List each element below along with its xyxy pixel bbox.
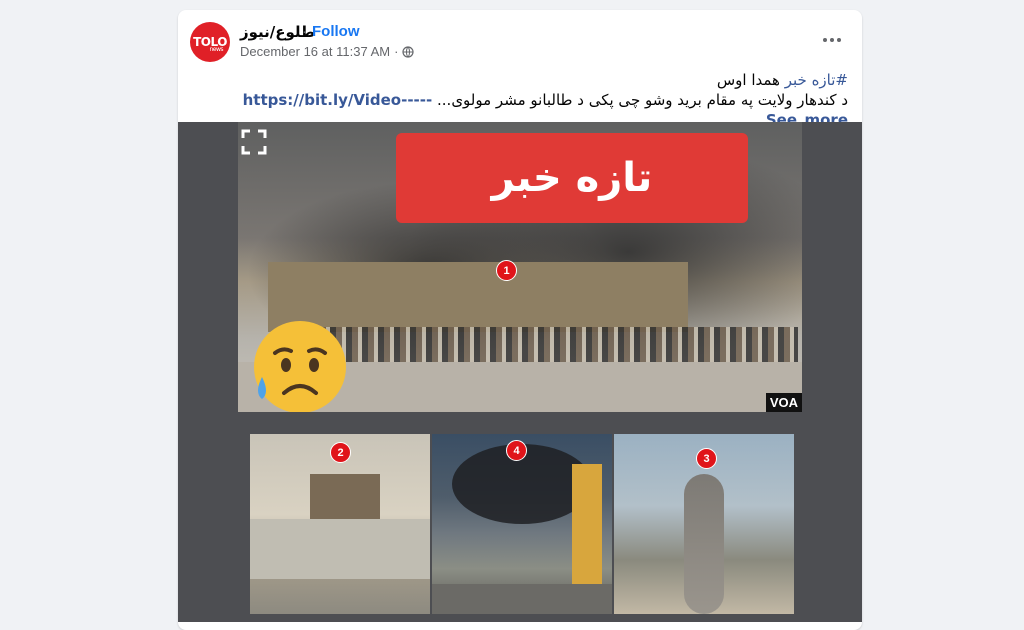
wall-shape xyxy=(250,519,430,579)
voa-watermark: VOA xyxy=(765,393,802,412)
expand-icon[interactable] xyxy=(240,128,268,156)
breaking-news-banner: تازه خبر xyxy=(396,133,748,223)
post-text-line-1: #تازه خبر همدا اوس xyxy=(178,70,848,90)
thumbnail-governor-office[interactable]: 2 xyxy=(250,434,430,614)
sad-face-emoji-icon xyxy=(254,321,346,412)
crowd-shape xyxy=(298,327,798,367)
follow-button[interactable]: Follow xyxy=(312,23,360,40)
separator-dot: · xyxy=(394,44,399,59)
post-meta: December 16 at 11:37 AM · xyxy=(240,44,415,59)
post-text: #تازه خبر همدا اوس د کندهار ولایت په مقا… xyxy=(178,70,848,130)
marker-1: 1 xyxy=(496,260,517,281)
marker-3: 3 xyxy=(696,448,717,469)
building-tower-shape xyxy=(572,464,602,584)
post-timestamp[interactable]: December 16 at 11:37 AM xyxy=(240,44,390,59)
smoke-column-shape xyxy=(684,474,724,614)
page-avatar[interactable]: TOLO news xyxy=(190,22,230,62)
header-separator: · xyxy=(302,23,307,40)
globe-icon xyxy=(402,45,415,58)
hashtag-link[interactable]: #تازه خبر xyxy=(785,71,848,89)
avatar-logo-subtext: news xyxy=(209,46,223,53)
thumbnail-smoke-column[interactable]: 3 xyxy=(614,434,794,614)
post-text-line1-rest: همدا اوس xyxy=(716,71,780,89)
marker-2: 2 xyxy=(330,442,351,463)
main-image[interactable]: تازه خبر 1 VOA xyxy=(238,122,802,412)
more-options-icon[interactable] xyxy=(820,28,844,52)
post-text-body: د کندهار ولایت په مقام برید وشو چی پکی د… xyxy=(437,91,848,109)
post-media[interactable]: تازه خبر 1 VOA 2 4 3 xyxy=(178,122,862,622)
post-card: TOLO news طلوع/نیوز · Follow December 16… xyxy=(178,10,862,630)
marker-4: 4 xyxy=(506,440,527,461)
thumbnail-street-smoke[interactable]: 4 xyxy=(432,434,612,614)
